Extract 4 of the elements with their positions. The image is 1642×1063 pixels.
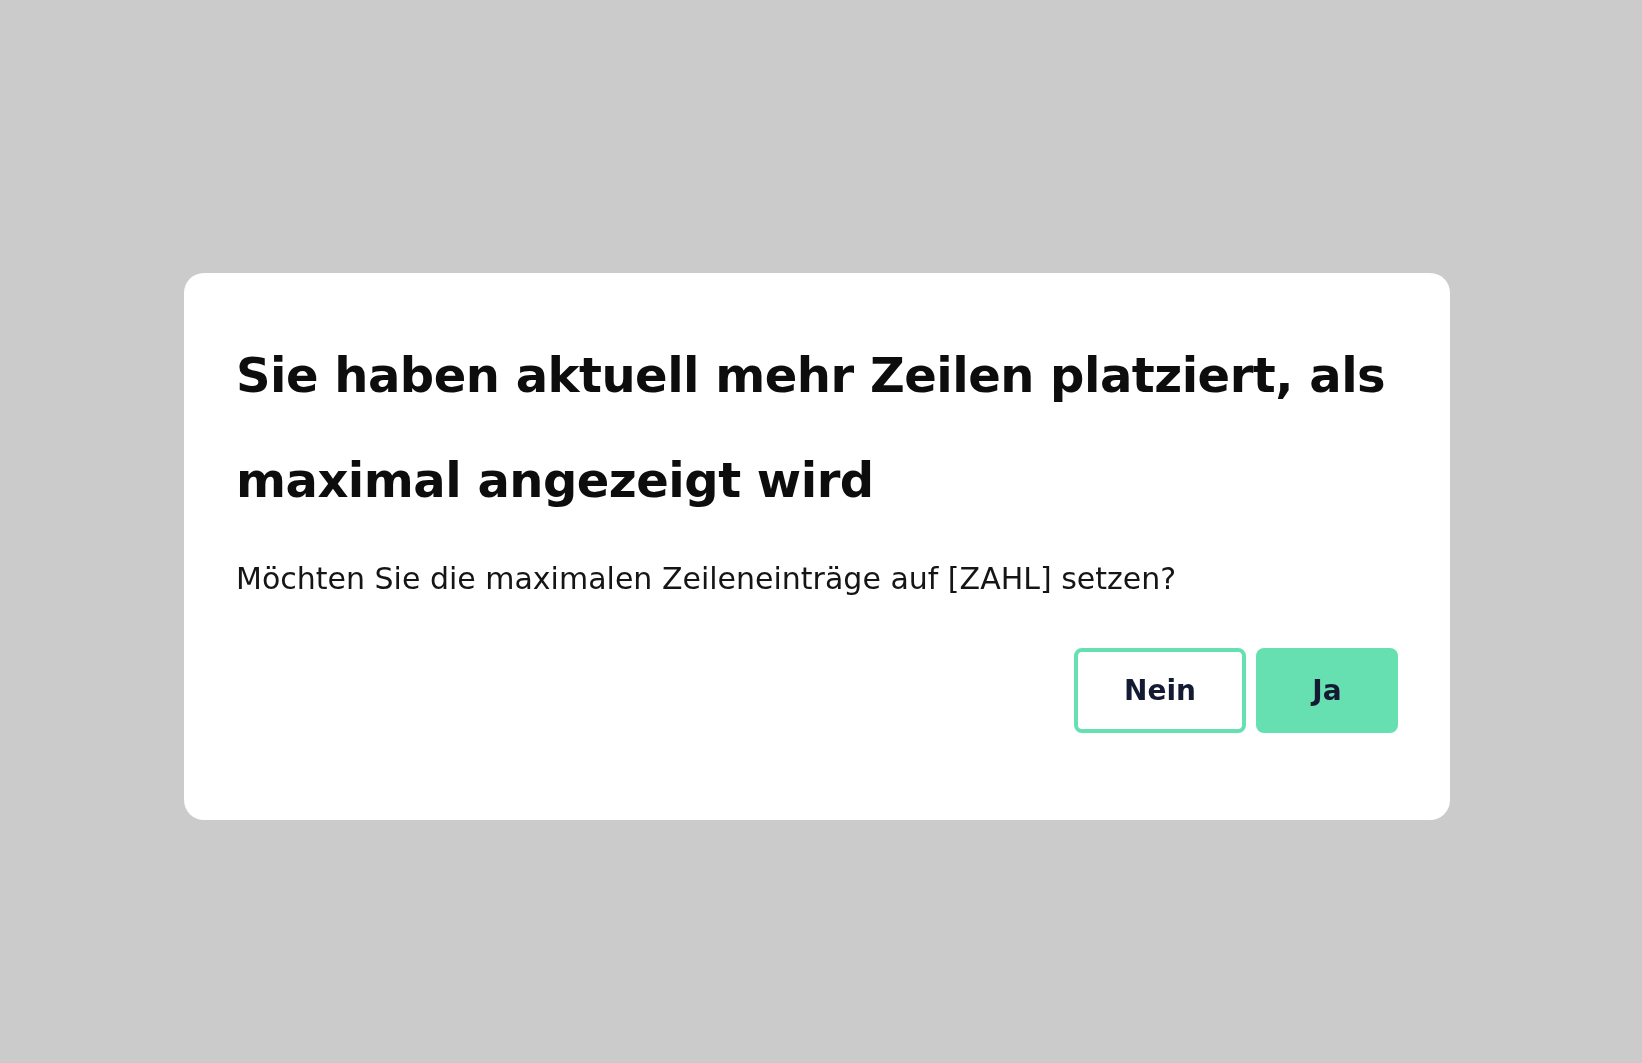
cancel-button[interactable]: Nein [1074,648,1246,733]
dialog-title: Sie haben aktuell mehr Zeilen platziert, als maximal angezeigt wird [236,346,1387,510]
confirm-button[interactable]: Ja [1256,648,1398,733]
dialog-message: Möchten Sie die maximalen Zeileneinträge auf [ZAHL] setzen? [236,561,1178,596]
